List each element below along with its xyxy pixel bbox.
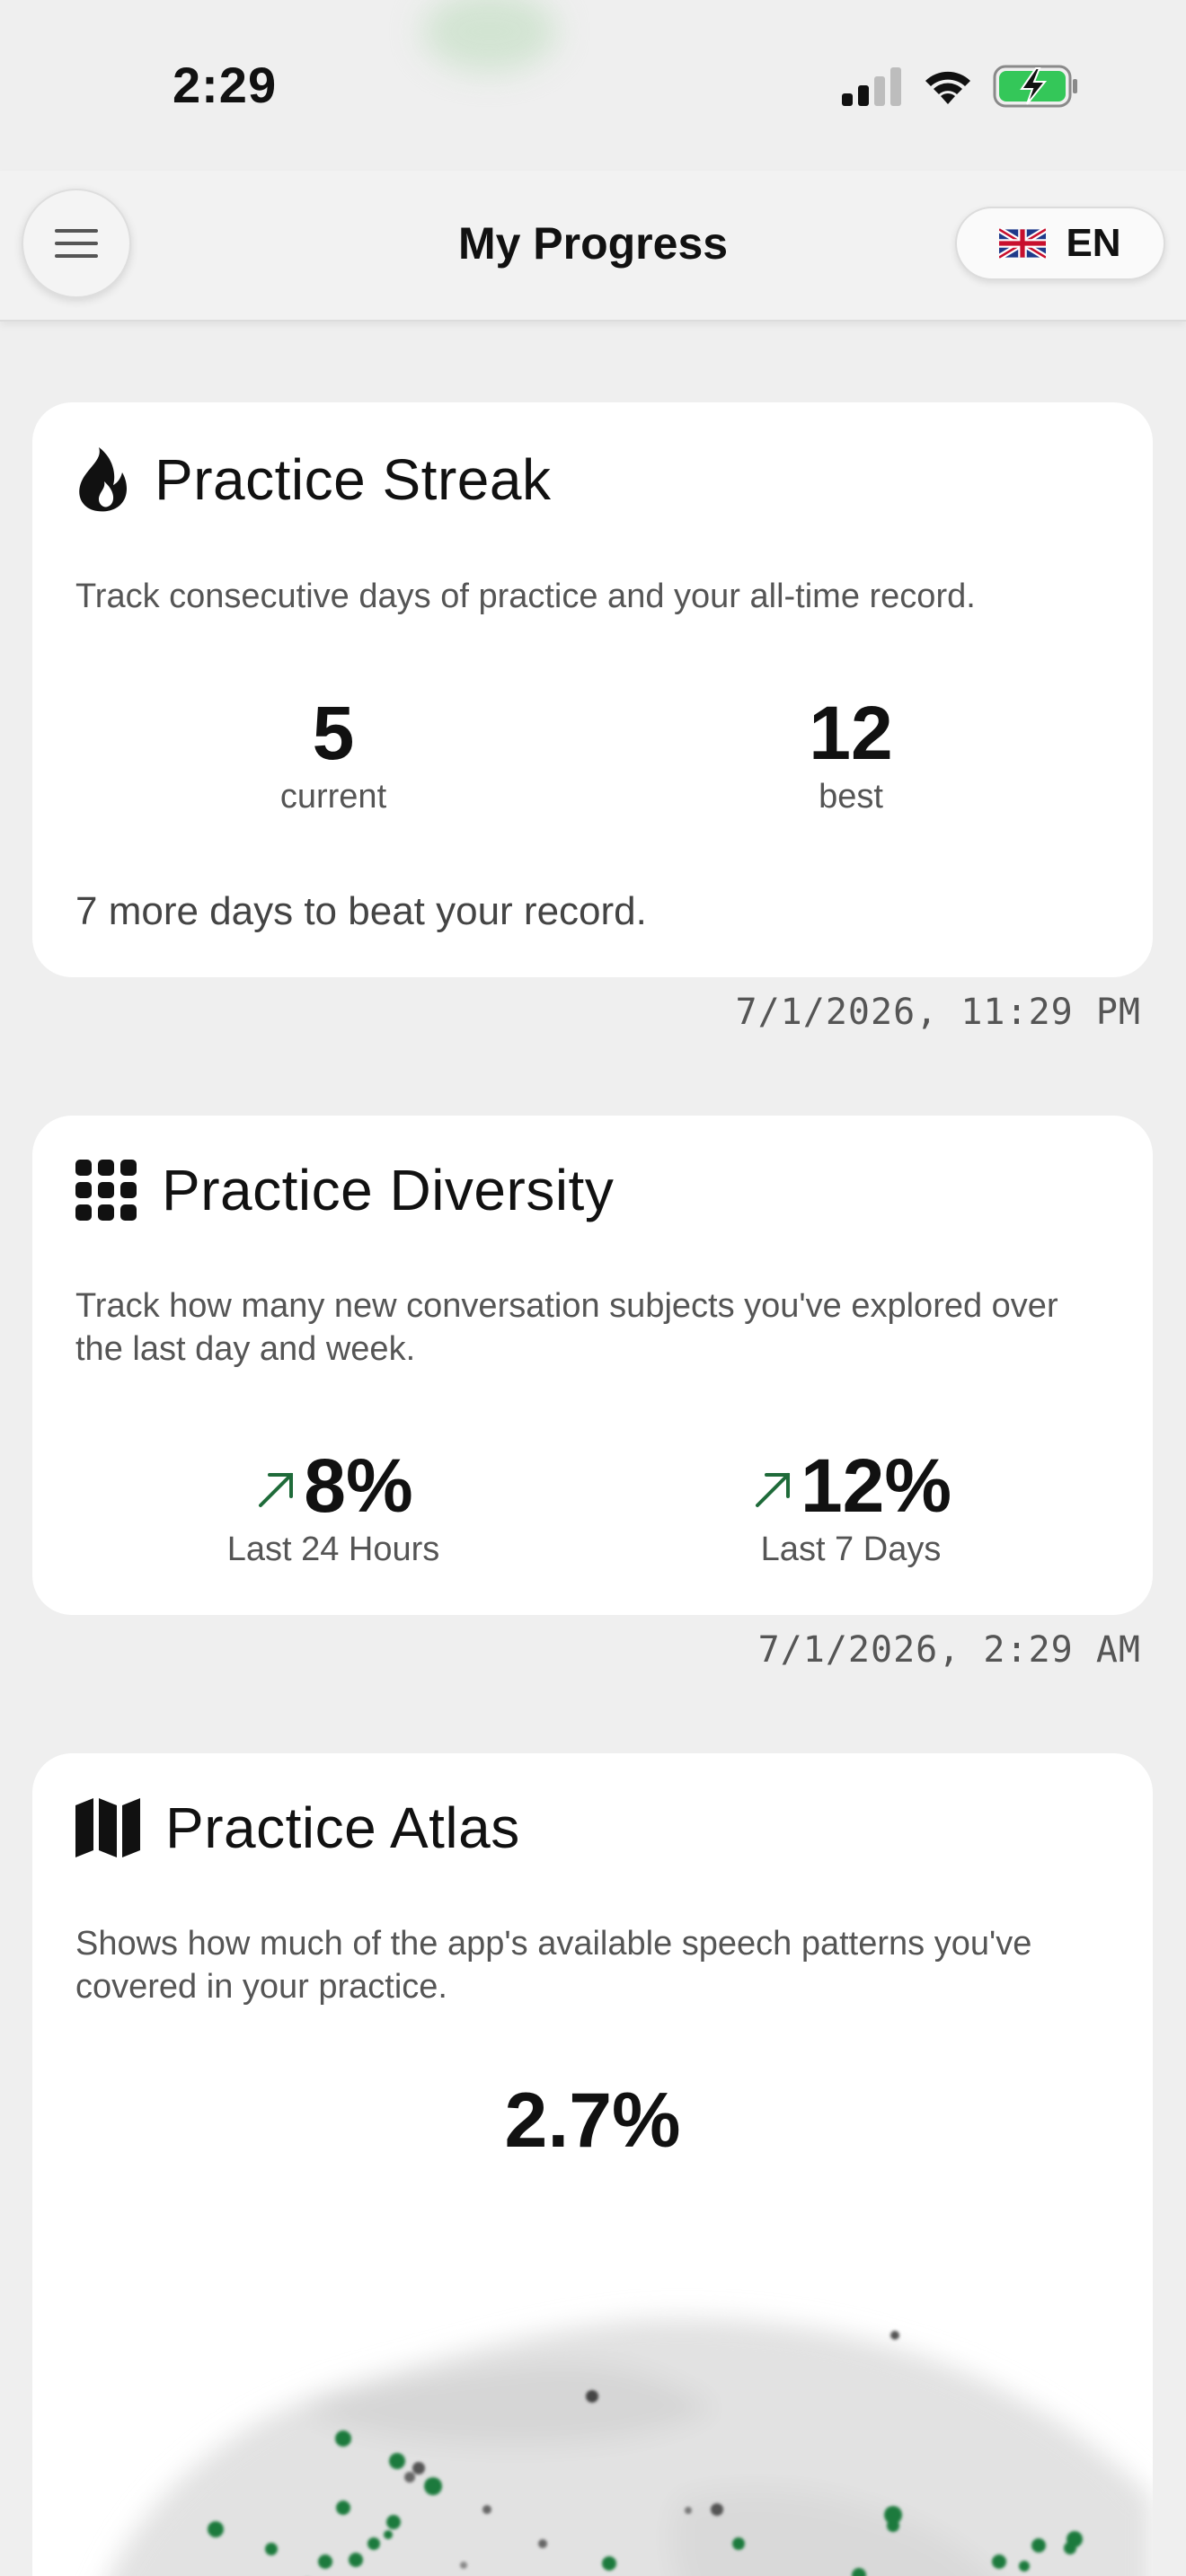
practice-streak-card: Practice Streak Track consecutive days o…	[32, 402, 1153, 977]
diversity-day-label: Last 24 Hours	[226, 1531, 440, 1568]
battery-charging-icon	[993, 65, 1077, 108]
diversity-description: Track how many new conversation subjects…	[75, 1287, 1058, 1368]
atlas-map-landmass	[110, 2318, 1153, 2576]
status-bar: 2:29	[0, 0, 1186, 171]
uk-flag-icon	[999, 228, 1047, 259]
diversity-title: Practice Diversity	[162, 1158, 615, 1222]
best-streak-stat: 12 best	[671, 690, 1031, 817]
diversity-title-row: Practice Diversity	[75, 1157, 614, 1223]
language-selector-button[interactable]: EN	[955, 207, 1165, 280]
diversity-day-stat: 8% Last 24 Hours	[154, 1442, 513, 1570]
diversity-timestamp: 7/1/2026, 2:29 AM	[757, 1629, 1141, 1671]
flame-icon	[79, 447, 127, 512]
streak-timestamp: 7/1/2026, 11:29 PM	[735, 992, 1141, 1033]
atlas-title: Practice Atlas	[165, 1795, 520, 1860]
streak-title-row: Practice Streak	[75, 446, 551, 514]
best-streak-value: 12	[809, 691, 893, 775]
current-streak-stat: 5 current	[154, 690, 513, 817]
camera-indicator	[422, 0, 557, 72]
atlas-coverage-map[interactable]	[32, 2229, 1153, 2576]
current-streak-label: current	[279, 778, 387, 816]
atlas-description: Shows how much of the app's available sp…	[75, 1925, 1032, 2006]
streak-title: Practice Streak	[155, 447, 552, 512]
atlas-title-row: Practice Atlas	[75, 1795, 520, 1861]
nav-header: My Progress EN	[0, 171, 1186, 322]
streak-description: Track consecutive days of practice and y…	[75, 578, 976, 615]
current-streak-value: 5	[312, 691, 355, 775]
map-icon	[75, 1798, 140, 1857]
diversity-week-label: Last 7 Days	[760, 1531, 942, 1568]
practice-diversity-card: Practice Diversity Track how many new co…	[32, 1116, 1153, 1615]
streak-note: 7 more days to beat your record.	[75, 889, 647, 933]
wifi-icon	[925, 71, 970, 104]
atlas-coverage-value: 2.7%	[504, 2078, 681, 2164]
practice-atlas-card: Practice Atlas Shows how much of the app…	[32, 1753, 1153, 2576]
diversity-day-value: 8%	[304, 1443, 413, 1528]
grid-icon	[75, 1160, 137, 1221]
diversity-week-value: 12%	[800, 1443, 952, 1528]
arrow-up-right-icon	[259, 1473, 294, 1507]
arrow-up-right-icon	[755, 1473, 790, 1507]
best-streak-label: best	[819, 778, 883, 816]
status-time: 2:29	[173, 57, 278, 113]
progress-screen: 2:29 My Progress EN Practice Streak Trac…	[0, 0, 1186, 2576]
cellular-signal-icon	[842, 67, 901, 106]
language-label: EN	[1066, 221, 1121, 265]
diversity-week-stat: 12% Last 7 Days	[671, 1442, 1031, 1570]
